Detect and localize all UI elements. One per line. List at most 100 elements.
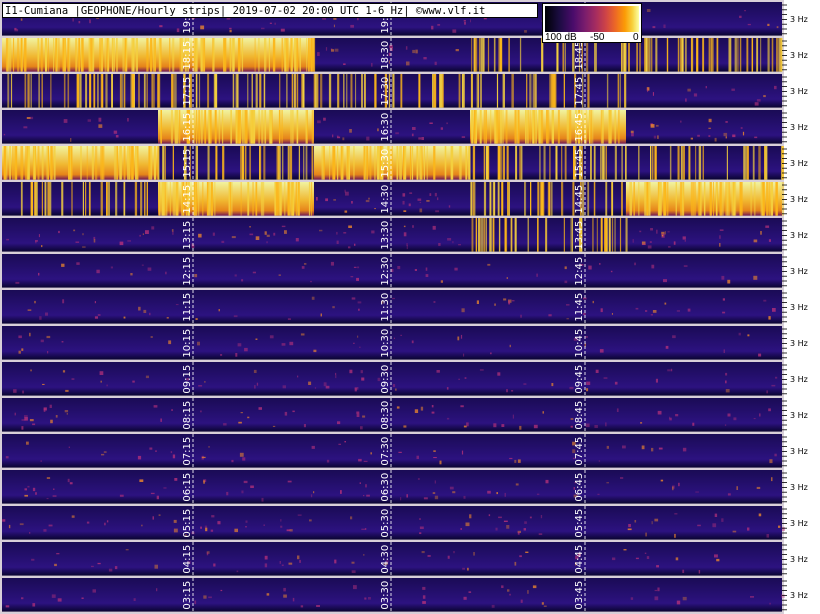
strip-speckle	[774, 453, 777, 457]
strip-impulse	[231, 182, 233, 216]
strip-speckle	[414, 409, 419, 413]
strip-speckle	[374, 208, 376, 210]
strip-speckle	[684, 239, 686, 242]
strip-7: 12:15 12:30 12:45 3 Hz	[2, 254, 808, 288]
strip-speckle	[198, 385, 203, 387]
strip-impulse	[204, 38, 206, 72]
strip-speckle	[46, 335, 51, 339]
strip-speckle	[160, 418, 162, 422]
strip-speckle	[272, 425, 276, 427]
strip-speckle	[708, 127, 711, 129]
strip-speckle	[138, 306, 141, 311]
strip-impulse	[494, 110, 497, 144]
strip-speckle	[519, 425, 522, 430]
strip-impulse	[305, 110, 308, 144]
strip-speckle	[747, 527, 750, 531]
strip-speckle	[412, 49, 416, 54]
strip-impulse	[726, 146, 728, 180]
strip-speckle	[658, 447, 663, 450]
strip-speckle	[156, 588, 158, 592]
strip-speckle	[610, 270, 613, 273]
strip-speckle	[676, 600, 681, 605]
strip-impulse	[237, 74, 239, 108]
strip-speckle	[719, 235, 721, 239]
strip-speckle	[119, 494, 124, 497]
strip-speckle	[244, 347, 248, 352]
strip-impulse	[739, 38, 742, 72]
strip-impulse	[392, 74, 394, 108]
strip-speckle	[335, 372, 337, 375]
strip-speckle	[99, 371, 104, 375]
strip-impulse	[542, 182, 545, 216]
strip-impulse	[122, 74, 124, 108]
strip-speckle	[348, 225, 352, 228]
strip-impulse	[86, 146, 88, 180]
strip-impulse	[619, 218, 622, 252]
strip-impulse	[123, 146, 126, 180]
strip-speckle	[511, 300, 515, 302]
strip-impulse	[433, 74, 435, 108]
strip-speckle	[422, 601, 426, 604]
strip-speckle	[432, 225, 436, 230]
chart-title: I1-Cumiana |GEOPHONE/Hourly strips| 2019…	[2, 3, 538, 18]
strip-speckle	[650, 124, 655, 128]
strip-impulse	[471, 218, 474, 252]
strip-speckle	[661, 234, 664, 237]
strip-speckle	[606, 482, 609, 484]
strip-speckle	[509, 593, 511, 596]
strip-impulse	[477, 218, 480, 252]
strip-impulse	[682, 146, 685, 180]
freq-tick-label: 3 Hz	[790, 339, 808, 348]
freq-tick-label: 3 Hz	[790, 447, 808, 456]
strip-speckle	[463, 495, 466, 499]
strip-impulse	[9, 146, 11, 180]
strip-impulse	[594, 38, 596, 72]
strip-speckle	[65, 389, 69, 392]
strip-speckle	[24, 494, 28, 497]
strip-speckle	[436, 370, 440, 373]
strip-speckle	[768, 408, 771, 412]
strip-speckle	[395, 388, 397, 391]
strip-impulse	[471, 38, 473, 72]
strip-speckle	[433, 450, 436, 452]
strip-speckle	[345, 191, 349, 196]
strip-impulse	[174, 182, 177, 216]
strip-impulse	[695, 146, 697, 180]
strip-background	[2, 218, 782, 252]
strip-speckle	[685, 98, 687, 102]
strip-impulse	[746, 38, 749, 72]
strip-impulse	[116, 146, 118, 180]
strip-impulse	[278, 146, 281, 180]
strip-impulse	[619, 74, 621, 108]
strip-impulse	[269, 110, 272, 144]
strip-impulse	[532, 110, 535, 144]
strip-impulse	[483, 146, 486, 180]
strip-speckle	[240, 412, 243, 414]
strip-speckle	[569, 386, 574, 390]
strip-speckle	[310, 280, 312, 283]
time-marker-label: 06:45	[574, 473, 585, 502]
freq-tick-label: 3 Hz	[790, 231, 808, 240]
strip-speckle	[664, 302, 667, 305]
strip-impulse	[638, 146, 640, 180]
strip-speckle	[634, 262, 636, 266]
strip-impulse	[337, 146, 339, 180]
strip-speckle	[605, 422, 607, 427]
strip-speckle	[313, 349, 317, 353]
strip-impulse	[100, 74, 103, 108]
strip-speckle	[353, 342, 355, 344]
strip-impulse	[321, 146, 324, 180]
strip-impulse	[600, 218, 603, 252]
freq-tick-label: 3 Hz	[790, 375, 808, 384]
strip-speckle	[361, 377, 365, 381]
strip-impulse	[91, 146, 94, 180]
strip-speckle	[759, 413, 761, 417]
strip-speckle	[620, 477, 624, 479]
strip-speckle	[200, 410, 202, 413]
strip-impulse	[106, 38, 108, 72]
strip-impulse	[639, 38, 641, 72]
strip-impulse	[198, 110, 200, 144]
strip-impulse	[170, 110, 173, 144]
freq-tick-label: 3 Hz	[790, 267, 808, 276]
strip-speckle	[266, 241, 268, 244]
